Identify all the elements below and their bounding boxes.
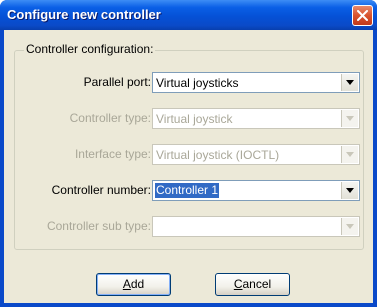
controller-type-select[interactable]: Virtual joystick — [152, 108, 360, 129]
controller-sub-type-dropdown-button[interactable] — [341, 218, 358, 235]
controller-type-label: Controller type: — [69, 111, 151, 125]
parallel-port-select[interactable]: Virtual joysticks — [152, 72, 360, 93]
group-legend: Controller configuration: — [24, 42, 156, 56]
chevron-down-icon — [346, 152, 354, 157]
controller-number-value: Controller 1 — [155, 183, 220, 198]
interface-type-dropdown-button[interactable] — [341, 146, 358, 163]
interface-type-select[interactable]: Virtual joystick (IOCTL) — [152, 144, 360, 165]
controller-type-dropdown-button[interactable] — [341, 110, 358, 127]
add-button[interactable]: Add — [96, 273, 171, 296]
controller-number-label: Controller number: — [51, 183, 151, 197]
chevron-down-icon — [346, 116, 354, 121]
parallel-port-dropdown-button[interactable] — [341, 74, 358, 91]
controller-number-select[interactable]: Controller 1 — [152, 180, 360, 201]
interface-type-value: Virtual joystick (IOCTL) — [156, 148, 280, 162]
cancel-button[interactable]: Cancel — [215, 273, 290, 296]
parallel-port-label: Parallel port: — [83, 75, 151, 89]
controller-type-value: Virtual joystick — [156, 112, 233, 126]
add-button-label: dd — [130, 277, 145, 291]
chevron-down-icon — [346, 188, 354, 193]
close-icon — [357, 10, 368, 21]
controller-number-dropdown-button[interactable] — [341, 182, 358, 199]
dialog-title: Configure new controller — [7, 7, 161, 22]
chevron-down-icon — [346, 224, 354, 229]
parallel-port-value: Virtual joysticks — [156, 76, 239, 90]
title-bar[interactable]: Configure new controller — [0, 0, 377, 30]
controller-sub-type-select[interactable] — [152, 216, 360, 237]
interface-type-label: Interface type: — [74, 147, 151, 161]
add-button-mnemonic: A — [122, 277, 131, 291]
close-button[interactable] — [352, 5, 373, 26]
cancel-button-label: ancel — [242, 277, 272, 291]
controller-sub-type-label: Controller sub type: — [46, 219, 151, 233]
dialog-body: Controller configuration: Parallel port:… — [4, 30, 373, 303]
chevron-down-icon — [346, 80, 354, 85]
dialog-window: Configure new controller Controller conf… — [0, 0, 377, 307]
